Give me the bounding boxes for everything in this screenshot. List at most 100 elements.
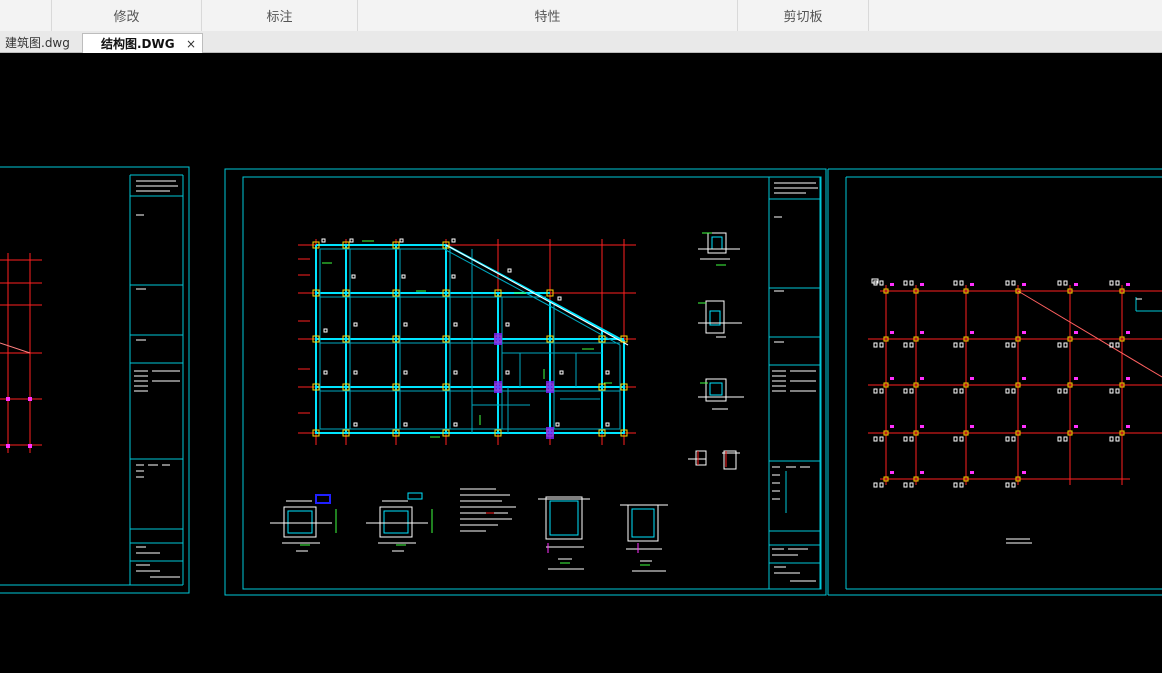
grid-node-label: [1057, 342, 1062, 348]
plan-labels: [321, 238, 610, 427]
grid-node-label: [953, 436, 958, 442]
sheet-right-grid: [868, 285, 1162, 485]
grid-node-label: [1011, 388, 1016, 394]
ribbon-group-label: 标注: [266, 10, 293, 25]
grid-node-label: [1005, 482, 1010, 488]
grid-node-tag: [920, 425, 924, 428]
grid-node-tag: [890, 283, 894, 286]
tab-structure-dwg[interactable]: 结构图.DWG ×: [82, 33, 203, 53]
grid-node-label: [1005, 280, 1010, 286]
ribbon-group-modify[interactable]: 修改: [52, 0, 202, 31]
sheet-left: [0, 166, 190, 594]
grid-node-tag: [920, 471, 924, 474]
grid-node-label: [1115, 436, 1120, 442]
grid-node-label: [1115, 280, 1120, 286]
column-marker-purple: [494, 381, 502, 393]
grid-node-label: [1063, 388, 1068, 394]
grid-node-label: [903, 342, 908, 348]
document-tab-bar: 建筑图.dwg 结构图.DWG ×: [0, 31, 1162, 53]
grid-node-label: [1115, 388, 1120, 394]
grid-node-tag: [970, 471, 974, 474]
sheet-left-titleblock-text: [134, 180, 180, 578]
grid-node-label: [909, 342, 914, 348]
grid-node-label: [959, 342, 964, 348]
grid-node-label: [959, 388, 964, 394]
grid-node-tag: [1022, 283, 1026, 286]
grid-node-tag: [1022, 377, 1026, 380]
grid-node-tag: [1074, 377, 1078, 380]
grid-node-label: [1011, 482, 1016, 488]
grid-node-tag: [890, 425, 894, 428]
sheet-right-markers: [873, 280, 1130, 488]
tab-label: 结构图.DWG: [101, 37, 175, 51]
grid-node-label: [1011, 280, 1016, 286]
grid-node-label: [959, 482, 964, 488]
grid-node-tag: [920, 283, 924, 286]
drawing-canvas[interactable]: [0, 53, 1162, 673]
grid-node-label: [873, 342, 878, 348]
close-icon[interactable]: ×: [186, 34, 196, 54]
grid-node-label: [903, 482, 908, 488]
grid-node-tag: [1022, 331, 1026, 334]
grid-node-label: [953, 342, 958, 348]
ribbon-group-properties[interactable]: 特性: [358, 0, 738, 31]
cad-drawing[interactable]: [0, 53, 1162, 673]
grid-node-label: [1057, 280, 1062, 286]
grid-node-label: [1011, 436, 1016, 442]
ribbon-group-label: 修改: [113, 10, 140, 25]
grid-node-label: [903, 280, 908, 286]
sheet-left-grid: [0, 253, 42, 453]
tab-label: 建筑图.dwg: [5, 36, 70, 50]
grid-node-label: [909, 280, 914, 286]
grid-node-label: [879, 342, 884, 348]
grid-node-label: [909, 388, 914, 394]
grid-node-label: [1057, 388, 1062, 394]
grid-node-label: [953, 482, 958, 488]
grid-node-label: [1063, 280, 1068, 286]
grid-node-tag: [1126, 377, 1130, 380]
grid-node-label: [1109, 280, 1114, 286]
ribbon-group-dimension[interactable]: 标注: [202, 0, 358, 31]
plan-beams: [315, 244, 625, 434]
grid-node-label: [903, 436, 908, 442]
grid-node-label: [1005, 388, 1010, 394]
ribbon-group-label: 特性: [534, 10, 561, 25]
grid-node-tag: [1126, 425, 1130, 428]
grid-node-label: [1063, 342, 1068, 348]
foundation-details-accents: [300, 492, 650, 566]
ribbon-group-clipboard[interactable]: 剪切板: [738, 0, 869, 31]
ribbon-group-blank: [0, 0, 52, 31]
grid-node-tag: [1074, 331, 1078, 334]
ribbon-toolbar: 修改 标注 特性 剪切板: [0, 0, 1162, 32]
grid-node-tag: [970, 377, 974, 380]
grid-node-label: [1057, 436, 1062, 442]
grid-node-tag: [970, 283, 974, 286]
grid-node-label: [1011, 342, 1016, 348]
grid-node-tag: [1126, 331, 1130, 334]
grid-node-label: [879, 436, 884, 442]
grid-node-label: [879, 280, 884, 286]
grid-node-label: [959, 280, 964, 286]
grid-node-label: [873, 482, 878, 488]
grid-node-label: [909, 436, 914, 442]
grid-node-label: [903, 388, 908, 394]
grid-node-label: [879, 482, 884, 488]
column-marker-purple: [546, 427, 554, 439]
plan-beams-inner: [319, 248, 621, 433]
grid-node-tag: [890, 331, 894, 334]
column-marker-purple: [546, 381, 554, 393]
section-details: [688, 232, 744, 470]
grid-node-label: [1109, 388, 1114, 394]
grid-node-tag: [1126, 283, 1130, 286]
grid-node-tag: [890, 377, 894, 380]
sheet-right-frame: [827, 168, 1162, 596]
grid-node-label: [959, 436, 964, 442]
grid-node-label: [909, 482, 914, 488]
sheet-middle-titleblock-text: [772, 182, 818, 582]
grid-node-tag: [970, 425, 974, 428]
tab-architecture-dwg[interactable]: 建筑图.dwg: [0, 33, 82, 53]
sheet-left-markers: [6, 397, 32, 448]
grid-node-label: [879, 388, 884, 394]
grid-node-label: [953, 280, 958, 286]
grid-node-tag: [890, 471, 894, 474]
